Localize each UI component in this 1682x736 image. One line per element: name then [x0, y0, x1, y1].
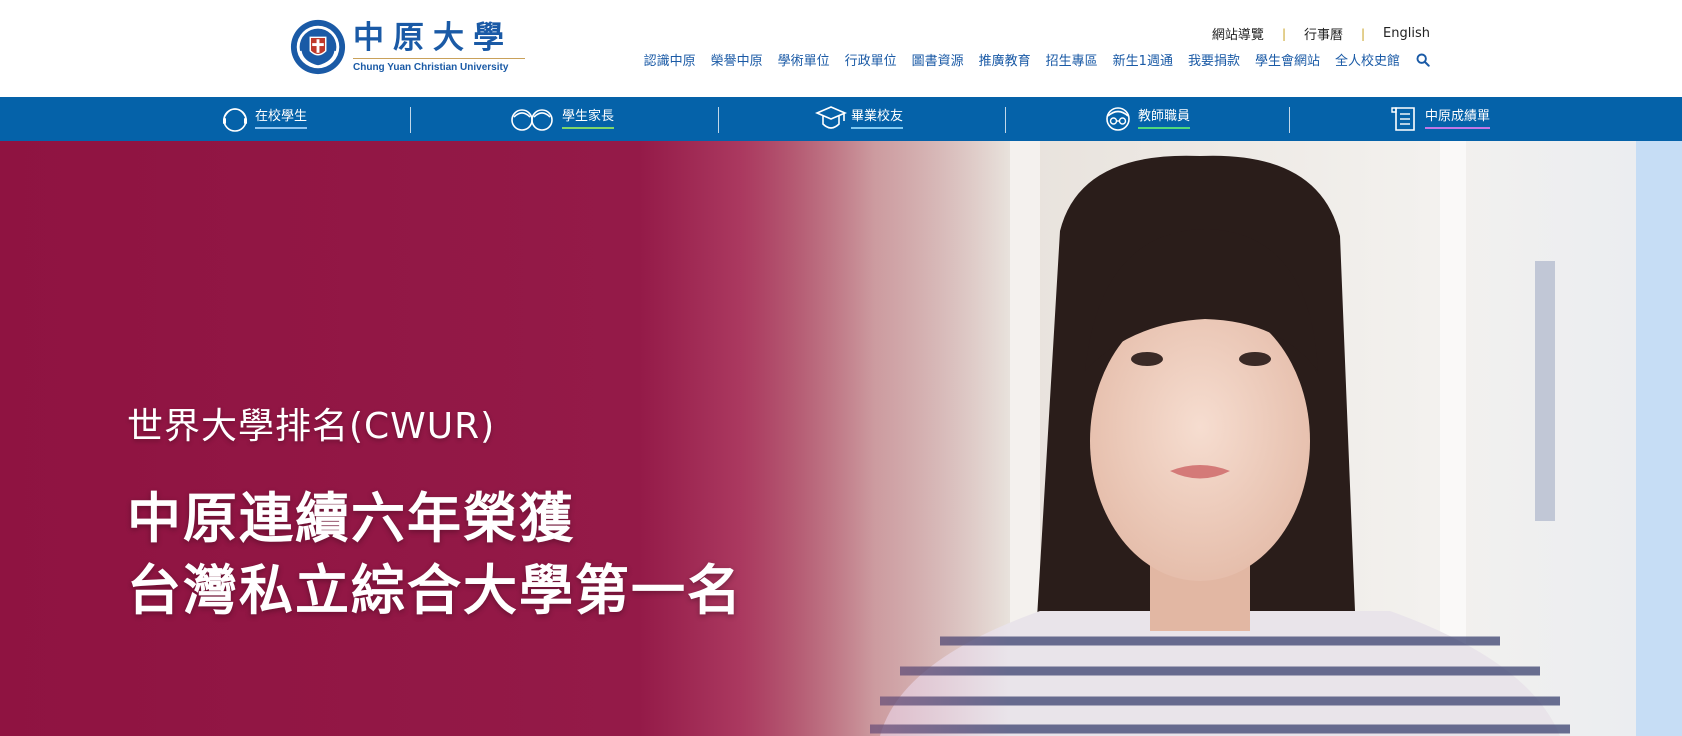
search-icon[interactable]: [1416, 53, 1430, 67]
role-divider: [1289, 107, 1290, 133]
university-emblem-icon: [290, 19, 346, 75]
role-divider: [1005, 107, 1006, 133]
role-label: 教師職員: [1138, 109, 1191, 129]
role-link-faculty-staff[interactable]: 教師職員: [1102, 97, 1191, 141]
role-label: 畢業校友: [851, 109, 904, 129]
logo-english-name: Chung Yuan Christian University: [353, 61, 509, 73]
role-link-current-students[interactable]: 在校學生: [219, 97, 308, 141]
main-nav: 認識中原 榮譽中原 學術單位 行政單位 圖書資源 推廣教育 招生專區 新生1週通…: [629, 50, 1430, 69]
role-link-parents[interactable]: 學生家長: [508, 97, 615, 141]
site-header: 中原大學 Chung Yuan Christian University 網站導…: [0, 0, 1682, 97]
report-scroll-icon: [1391, 107, 1415, 131]
nav-item-honors[interactable]: 榮譽中原: [711, 50, 763, 69]
nav-item-student-association[interactable]: 學生會網站: [1255, 50, 1320, 69]
nav-item-academics[interactable]: 學術單位: [778, 50, 830, 69]
parents-faces-icon: [511, 109, 553, 131]
nav-item-admissions[interactable]: 招生專區: [1046, 50, 1098, 69]
hero-headline-line2: 台灣私立綜合大學第一名: [127, 559, 743, 622]
role-divider: [718, 107, 719, 133]
nav-item-administration[interactable]: 行政單位: [845, 50, 897, 69]
hero-banner[interactable]: 世界大學排名(CWUR) 中原連續六年榮獲 台灣私立綜合大學第一名: [0, 141, 1682, 736]
hero-side-edge: [1636, 141, 1682, 736]
logo-wordmark: 中原大學 Chung Yuan Christian University: [353, 21, 525, 74]
logo-divider: [353, 57, 525, 59]
audience-bar: 在校學生 學生家長 畢業校友 教師職員 中原成績單: [0, 97, 1682, 141]
graduate-cap-icon: [815, 106, 847, 129]
utility-nav: 網站導覽 | 行事曆 | English: [1212, 24, 1430, 43]
hero-headline-line1: 中原連續六年榮獲: [127, 487, 575, 550]
nav-item-donate[interactable]: 我要捐款: [1188, 50, 1240, 69]
nav-item-about[interactable]: 認識中原: [644, 50, 696, 69]
utility-link-english[interactable]: English: [1383, 26, 1430, 41]
role-label: 在校學生: [255, 109, 308, 129]
utility-separator: |: [1361, 26, 1366, 41]
utility-link-calendar[interactable]: 行事曆: [1304, 24, 1343, 43]
hero-subtitle: 世界大學排名(CWUR): [127, 406, 496, 447]
role-label: 學生家長: [562, 109, 615, 129]
nav-item-freshman-guide[interactable]: 新生1週通: [1113, 50, 1173, 69]
student-face-icon: [223, 108, 247, 132]
teacher-glasses-icon: [1106, 107, 1130, 131]
role-link-transcript[interactable]: 中原成績單: [1389, 97, 1491, 141]
university-logo[interactable]: 中原大學 Chung Yuan Christian University: [289, 17, 525, 77]
nav-item-library[interactable]: 圖書資源: [912, 50, 964, 69]
utility-separator: |: [1281, 26, 1286, 41]
nav-item-history-museum[interactable]: 全人校史館: [1335, 50, 1400, 69]
role-divider: [410, 107, 411, 133]
utility-link-sitemap[interactable]: 網站導覽: [1212, 24, 1264, 43]
nav-item-extension-education[interactable]: 推廣教育: [979, 50, 1031, 69]
role-link-alumni[interactable]: 畢業校友: [815, 97, 904, 141]
logo-chinese-name: 中原大學: [353, 19, 513, 56]
role-label: 中原成績單: [1425, 109, 1491, 129]
